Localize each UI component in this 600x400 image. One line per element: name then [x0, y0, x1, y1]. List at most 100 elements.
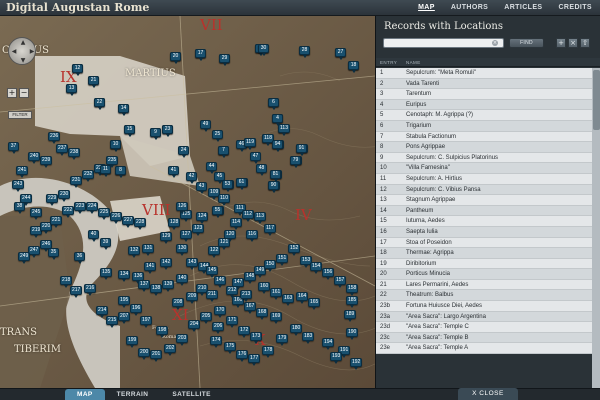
map-marker[interactable]: 194 — [322, 338, 335, 350]
table-row[interactable]: 7 Stabula Factionum — [376, 131, 592, 143]
map-marker[interactable]: 114 — [230, 218, 242, 230]
map-marker[interactable]: 131 — [142, 244, 155, 256]
table-row[interactable]: 22 Theatrum: Balbus — [376, 290, 592, 302]
zoom-in-button[interactable]: + — [7, 88, 17, 98]
map-marker[interactable]: 169 — [270, 312, 283, 324]
map-marker[interactable]: 12 — [72, 64, 83, 76]
map-marker[interactable]: 141 — [144, 262, 157, 274]
map-marker[interactable]: 55 — [212, 206, 223, 218]
map-marker[interactable]: 231 — [70, 176, 83, 188]
map-marker[interactable]: 30 — [258, 44, 269, 56]
map-marker[interactable]: 130 — [176, 244, 189, 256]
map-marker[interactable]: 249 — [18, 252, 31, 264]
table-row[interactable]: 12 Sepulcrum: C. Vibius Pansa — [376, 184, 592, 196]
map-marker[interactable]: 177 — [248, 354, 261, 366]
map-marker[interactable]: 229 — [46, 194, 59, 206]
map-marker[interactable]: 171 — [226, 316, 239, 328]
map-marker[interactable]: 8 — [115, 166, 126, 178]
map-marker[interactable]: 183 — [302, 332, 315, 344]
pan-control[interactable]: ▲ ▼ ◀ ▶ — [8, 37, 36, 65]
map-marker[interactable]: 24 — [178, 146, 189, 158]
map-marker[interactable]: 160 — [258, 282, 271, 294]
search-input[interactable] — [383, 38, 504, 48]
map-marker[interactable]: 180 — [290, 324, 303, 336]
map-marker[interactable]: 176 — [236, 350, 249, 362]
map-marker[interactable]: 239 — [40, 156, 53, 168]
map-marker[interactable]: 123 — [192, 224, 205, 236]
map-marker[interactable]: 25 — [212, 130, 223, 142]
map-marker[interactable]: 42 — [186, 172, 197, 184]
map-marker[interactable]: 139 — [162, 280, 175, 292]
table-row[interactable]: 3 Tarentum — [376, 89, 592, 100]
map-marker[interactable]: 113 — [254, 212, 266, 224]
map-marker[interactable]: 137 — [138, 280, 151, 292]
map-marker[interactable]: 61 — [236, 178, 247, 190]
map-marker[interactable]: 189 — [344, 310, 357, 322]
map-marker[interactable]: 201 — [150, 350, 163, 362]
map-marker[interactable]: 238 — [68, 148, 81, 160]
map-marker[interactable]: 243 — [12, 180, 25, 192]
map-marker[interactable]: 163 — [282, 294, 295, 306]
map-marker[interactable]: 112 — [242, 210, 254, 222]
expand-icon[interactable]: + — [556, 38, 566, 48]
close-panel-button[interactable]: X CLOSE — [458, 388, 518, 400]
map-marker[interactable]: 110 — [218, 194, 230, 206]
map-marker[interactable]: 235 — [106, 156, 119, 168]
map-marker[interactable]: 117 — [264, 224, 276, 236]
map-marker[interactable]: 230 — [58, 190, 71, 202]
map-marker[interactable]: 236 — [48, 132, 61, 144]
map-marker[interactable]: 179 — [276, 334, 289, 346]
table-row[interactable]: 6 Trigarium — [376, 120, 592, 132]
map-marker[interactable]: 47 — [250, 152, 261, 164]
scrollbar[interactable] — [592, 68, 600, 388]
map-marker[interactable]: 122 — [208, 246, 221, 258]
scrollbar-thumb[interactable] — [593, 70, 600, 130]
map-marker[interactable]: 36 — [74, 252, 85, 264]
map-marker[interactable]: 237 — [56, 144, 69, 156]
map-marker[interactable]: 222 — [62, 206, 75, 218]
map-marker[interactable]: 18 — [348, 61, 359, 73]
map-marker[interactable]: 245 — [30, 208, 43, 220]
map-marker[interactable]: 142 — [160, 258, 173, 270]
collapse-icon[interactable]: × — [568, 38, 578, 48]
map-marker[interactable]: 167 — [244, 302, 257, 314]
map-marker[interactable]: 20 — [170, 52, 181, 64]
map-marker[interactable]: 199 — [126, 336, 139, 348]
map-marker[interactable]: 11 — [100, 165, 111, 177]
map-marker[interactable]: 197 — [140, 316, 153, 328]
map-marker[interactable]: 27 — [335, 48, 346, 60]
map-marker[interactable]: 217 — [70, 286, 83, 298]
map-marker[interactable]: 138 — [150, 284, 163, 296]
map-marker[interactable]: 204 — [188, 320, 201, 332]
map-marker[interactable]: 22 — [94, 98, 105, 110]
map-marker[interactable]: 143 — [186, 258, 199, 270]
map-marker[interactable]: 170 — [214, 306, 227, 318]
table-row[interactable]: 18 Thermae: Agrippa — [376, 248, 592, 259]
map-marker[interactable]: 53 — [222, 180, 233, 192]
map-marker[interactable]: 168 — [256, 308, 269, 320]
site-title[interactable]: Digital Augustan Rome — [6, 0, 149, 16]
zoom-out-button[interactable]: − — [19, 88, 29, 98]
map-marker[interactable]: 175 — [224, 342, 237, 354]
map-marker[interactable]: 150 — [264, 260, 277, 272]
map-marker[interactable]: 90 — [268, 181, 279, 193]
nav-credits[interactable]: CREDITS — [550, 0, 600, 16]
table-row[interactable]: 1 Sepulcrum: "Meta Romuli" — [376, 68, 592, 79]
map-marker[interactable]: 226 — [110, 212, 123, 224]
map-marker[interactable]: 208 — [172, 298, 185, 310]
map-marker[interactable]: 124 — [196, 212, 209, 224]
map-marker[interactable]: 126 — [176, 202, 189, 214]
clear-search-icon[interactable]: × — [492, 40, 498, 46]
map-marker[interactable]: 211 — [206, 290, 218, 302]
table-row[interactable]: 2 Vada Tarenti — [376, 78, 592, 90]
table-row[interactable]: 16 Saepta Iulia — [376, 226, 592, 238]
map-marker[interactable]: 113 — [278, 124, 290, 136]
map-marker[interactable]: 240 — [28, 152, 41, 164]
map-view[interactable]: CAMPUS MARTIUS TRANS TIBERIM Forum Roman… — [0, 16, 375, 388]
tab-map[interactable]: MAP — [65, 389, 105, 400]
table-row[interactable]: 23b Fortuna Huiusce Diei, Aedes — [376, 301, 592, 312]
pan-right-icon[interactable]: ▶ — [28, 48, 36, 56]
map-marker[interactable]: 9 — [150, 128, 161, 140]
map-marker[interactable]: 4 — [272, 114, 283, 126]
map-marker[interactable]: 202 — [164, 344, 177, 356]
